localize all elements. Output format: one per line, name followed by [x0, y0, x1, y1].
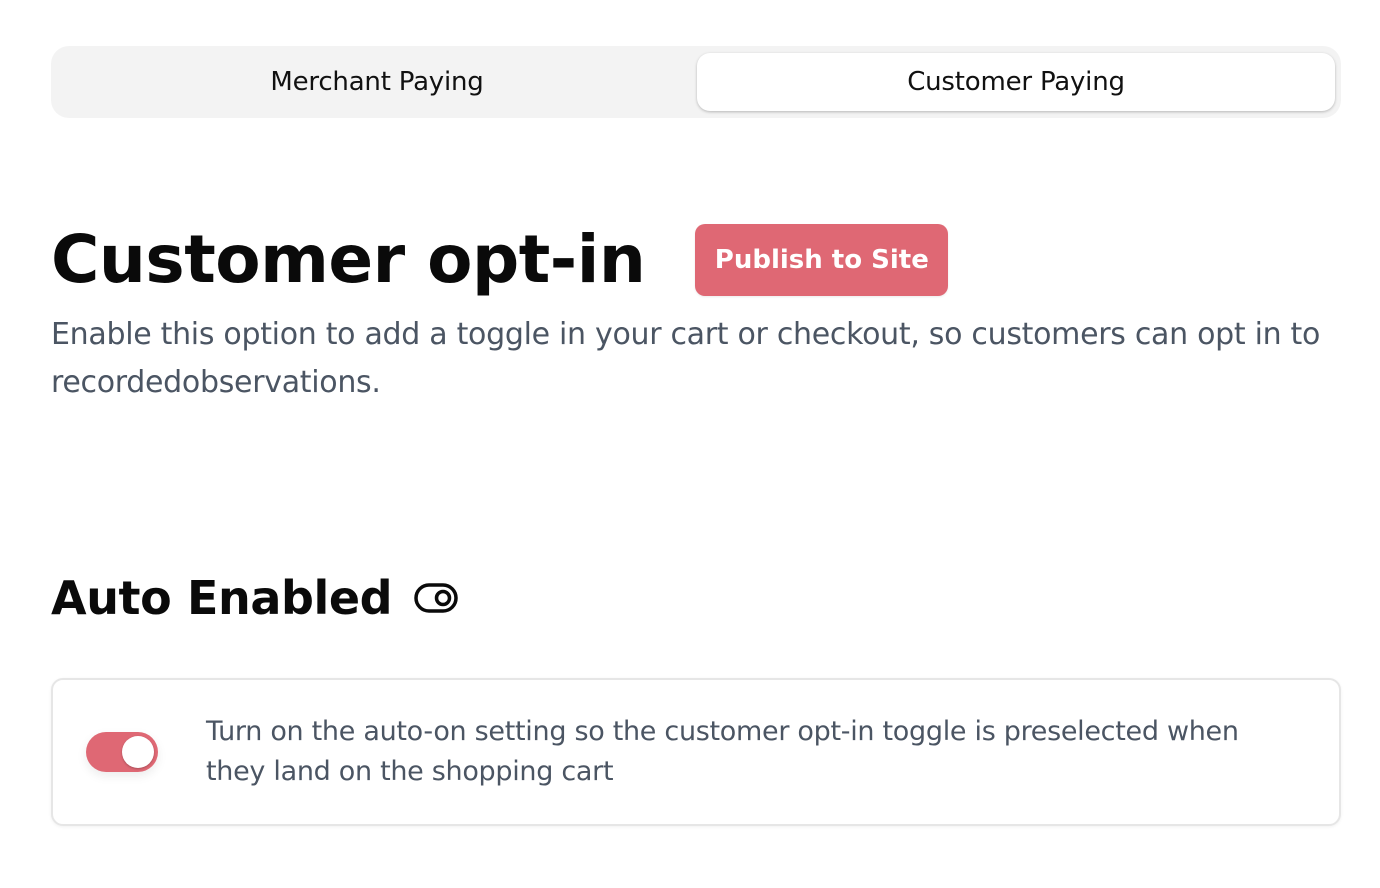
payment-mode-tabs: Merchant Paying Customer Paying [51, 46, 1341, 118]
page-title: Customer opt-in [51, 221, 646, 298]
section-title: Auto Enabled [51, 571, 393, 625]
heading-row: Customer opt-in Publish to Site [51, 212, 949, 308]
auto-enabled-header: Auto Enabled [51, 566, 458, 630]
tab-customer-paying[interactable]: Customer Paying [697, 53, 1335, 111]
publish-to-site-button[interactable]: Publish to Site [695, 224, 949, 296]
auto-enabled-card: Turn on the auto-on setting so the custo… [51, 678, 1341, 826]
toggle-icon [414, 583, 458, 613]
auto-enabled-switch[interactable] [86, 732, 158, 772]
tab-merchant-paying[interactable]: Merchant Paying [58, 53, 696, 111]
auto-enabled-description: Turn on the auto-on setting so the custo… [206, 716, 1239, 787]
page-description: Enable this option to add a toggle in yo… [51, 317, 1321, 400]
page: Merchant Paying Customer Paying Customer… [0, 0, 1380, 888]
switch-knob [122, 736, 154, 768]
